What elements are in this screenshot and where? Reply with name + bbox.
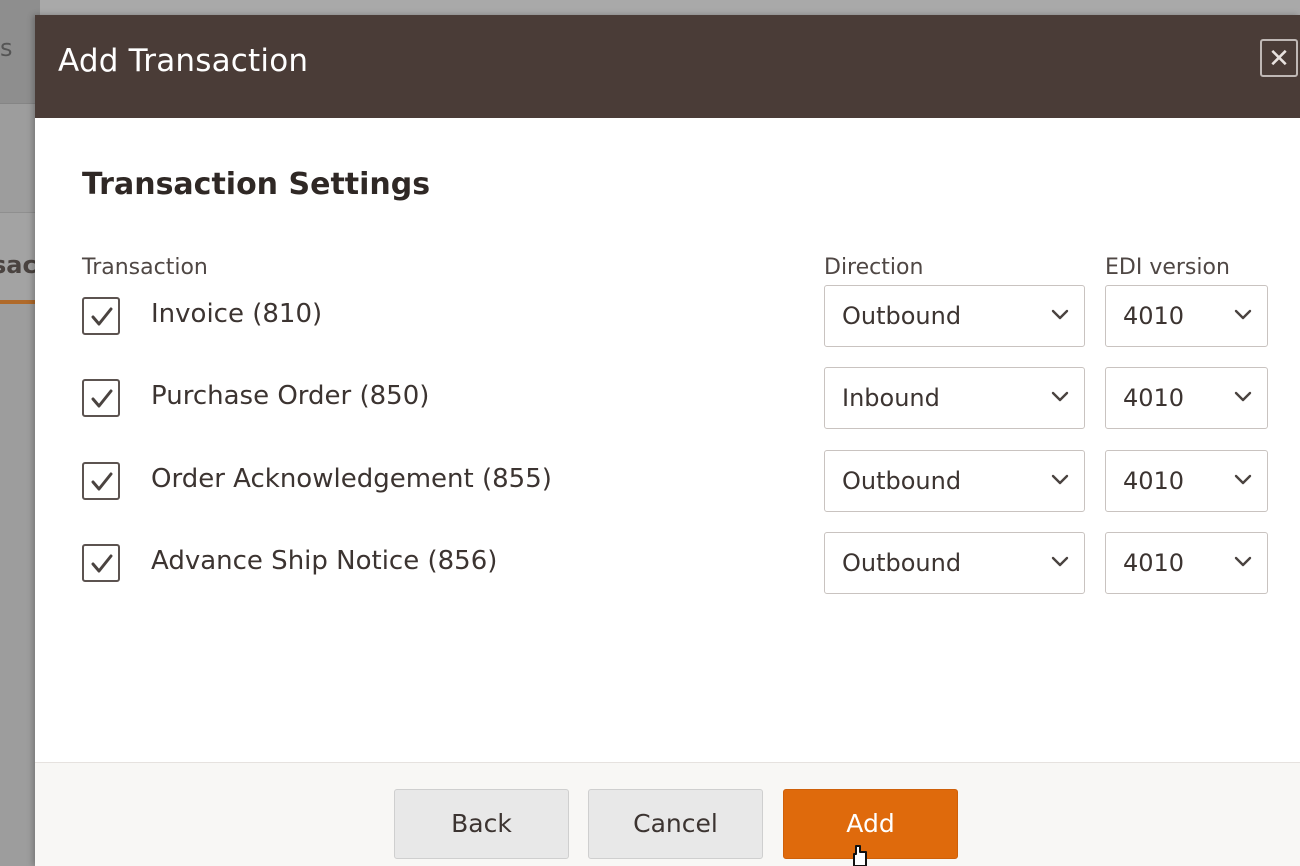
transaction-row: Invoice (810) Outbound 4010 [35, 285, 1300, 347]
edi-version-select[interactable]: 4010 [1105, 532, 1268, 594]
transaction-label: Advance Ship Notice (856) [151, 546, 498, 576]
back-button[interactable]: Back [394, 789, 569, 859]
background-app: s sac [0, 0, 40, 866]
edi-version-select[interactable]: 4010 [1105, 367, 1268, 429]
background-tab-underline [0, 300, 40, 304]
transaction-checkbox[interactable] [82, 379, 120, 417]
transaction-row: Order Acknowledgement (855) Outbound 401… [35, 450, 1300, 512]
edi-version-value: 4010 [1123, 302, 1185, 330]
add-transaction-modal: Add Transaction ✕ Transaction Settings T… [35, 15, 1300, 866]
checkmark-icon [91, 554, 113, 573]
transaction-checkbox[interactable] [82, 297, 120, 335]
chevron-down-icon [1051, 391, 1069, 402]
column-header-direction: Direction [824, 255, 924, 280]
close-button[interactable]: ✕ [1260, 39, 1298, 77]
transaction-label: Invoice (810) [151, 299, 323, 329]
transaction-label: Order Acknowledgement (855) [151, 464, 552, 494]
edi-version-value: 4010 [1123, 384, 1185, 412]
cancel-button[interactable]: Cancel [588, 789, 763, 859]
hand-cursor-icon [853, 845, 867, 866]
direction-value: Inbound [842, 384, 940, 412]
chevron-down-icon [1234, 556, 1252, 567]
chevron-down-icon [1234, 474, 1252, 485]
background-tab-label: sac [0, 251, 37, 279]
modal-header: Add Transaction ✕ [35, 15, 1300, 118]
checkmark-icon [91, 307, 113, 326]
edi-version-select[interactable]: 4010 [1105, 285, 1268, 347]
direction-value: Outbound [842, 467, 962, 495]
direction-value: Outbound [842, 302, 962, 330]
column-header-transaction: Transaction [82, 255, 208, 280]
background-topbar: s [0, 0, 40, 104]
transaction-checkbox[interactable] [82, 544, 120, 582]
edi-version-select[interactable]: 4010 [1105, 450, 1268, 512]
direction-select[interactable]: Outbound [824, 532, 1085, 594]
background-tabbar: sac [0, 212, 40, 304]
transaction-row: Purchase Order (850) Inbound 4010 [35, 367, 1300, 429]
chevron-down-icon [1051, 474, 1069, 485]
edi-version-value: 4010 [1123, 549, 1185, 577]
background-glyph: s [0, 34, 13, 62]
chevron-down-icon [1234, 309, 1252, 320]
direction-select[interactable]: Outbound [824, 450, 1085, 512]
close-icon: ✕ [1268, 43, 1290, 73]
chevron-down-icon [1234, 391, 1252, 402]
transaction-label: Purchase Order (850) [151, 381, 430, 411]
modal-footer: Back Cancel Add [35, 762, 1300, 866]
edi-version-value: 4010 [1123, 467, 1185, 495]
checkmark-icon [91, 389, 113, 408]
transaction-row: Advance Ship Notice (856) Outbound 4010 [35, 532, 1300, 594]
modal-title: Add Transaction [58, 43, 309, 79]
checkmark-icon [91, 472, 113, 491]
transaction-checkbox[interactable] [82, 462, 120, 500]
section-title: Transaction Settings [82, 167, 431, 202]
direction-select[interactable]: Inbound [824, 367, 1085, 429]
direction-select[interactable]: Outbound [824, 285, 1085, 347]
chevron-down-icon [1051, 556, 1069, 567]
direction-value: Outbound [842, 549, 962, 577]
column-header-edi-version: EDI version [1105, 255, 1230, 280]
chevron-down-icon [1051, 309, 1069, 320]
